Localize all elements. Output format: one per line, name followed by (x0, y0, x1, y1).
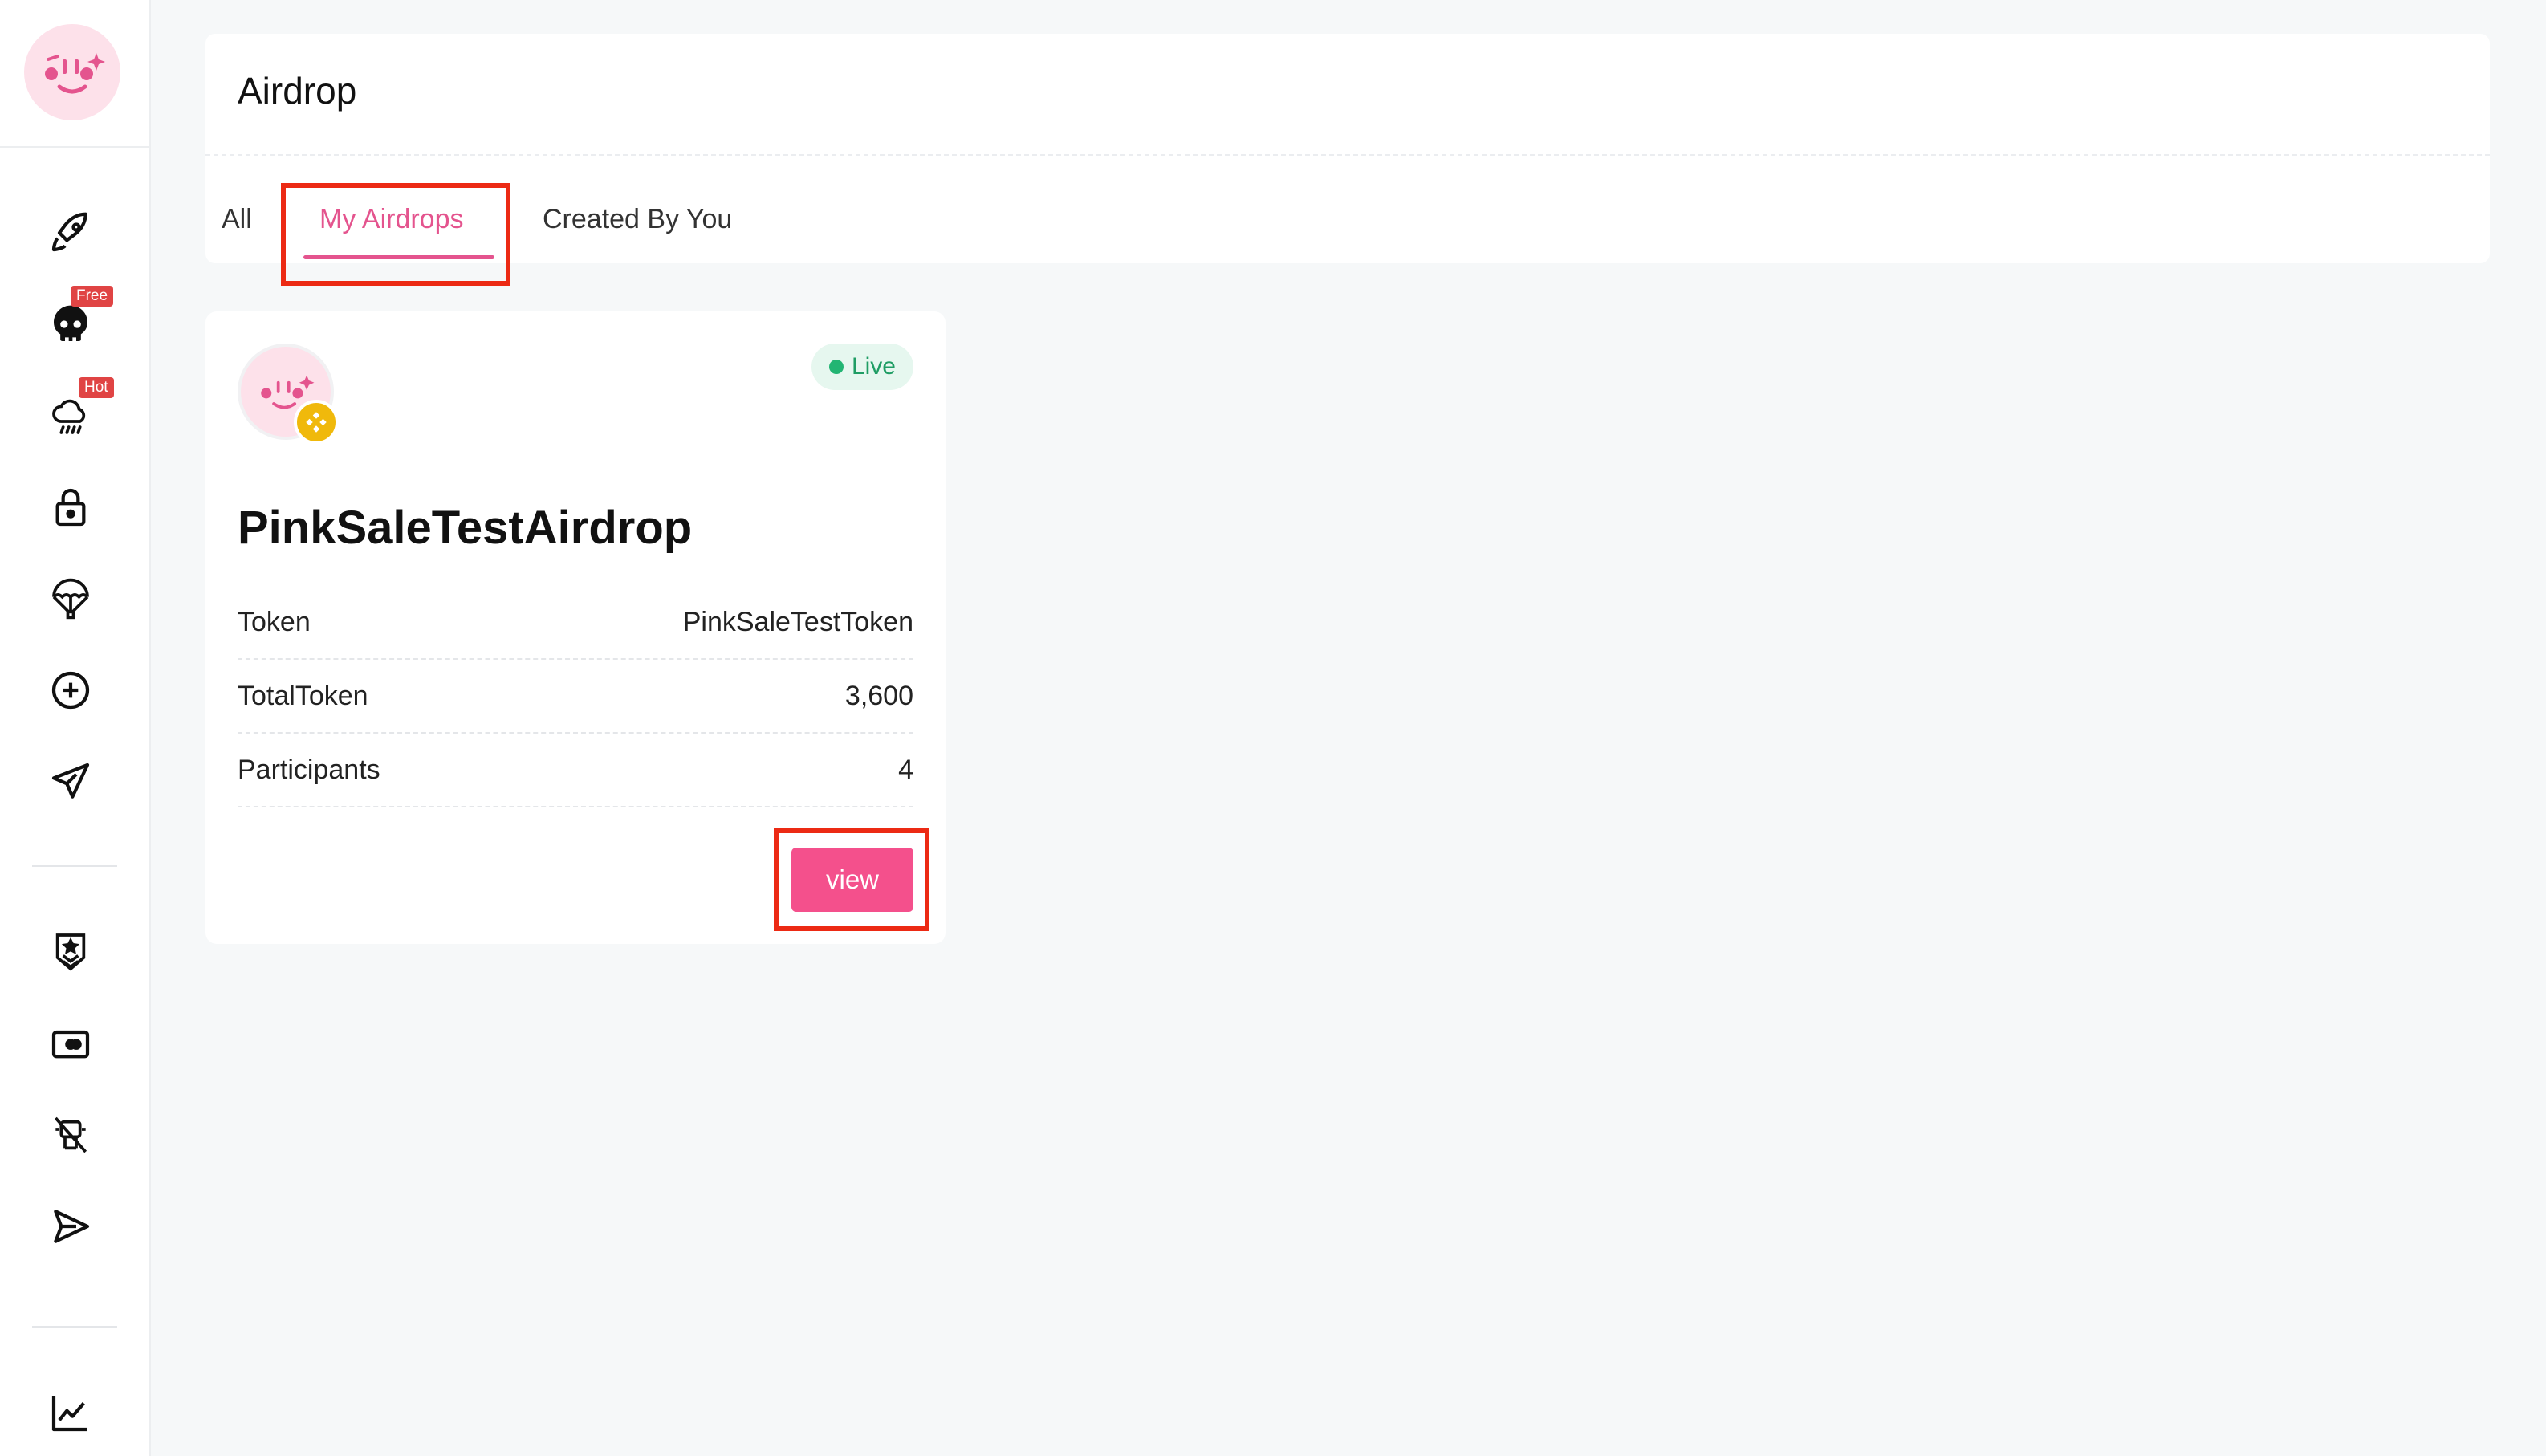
pinksale-logo[interactable] (24, 24, 120, 120)
lock-icon[interactable] (43, 480, 98, 535)
logo-area (0, 0, 149, 148)
row-value: PinkSaleTestToken (682, 606, 913, 637)
row-value: 4 (898, 754, 913, 785)
page-title: Airdrop (238, 70, 357, 112)
airdrop-name: PinkSaleTestAirdrop (238, 502, 693, 554)
free-tag: Free (71, 286, 114, 307)
chart-line-icon[interactable] (43, 1385, 98, 1440)
info-row-participants: Participants 4 (238, 734, 913, 807)
live-dot-icon (828, 360, 844, 374)
row-label: TotalToken (238, 680, 368, 711)
tab-created-by-you[interactable]: Created By You (543, 204, 732, 235)
row-label: Token (238, 606, 311, 637)
sidebar-divider (32, 1326, 117, 1328)
info-row-total-token: TotalToken 3,600 (238, 660, 913, 734)
parachute-icon[interactable] (43, 571, 98, 626)
robot-off-icon[interactable] (43, 1108, 98, 1162)
hot-tag: Hot (79, 377, 114, 398)
status-label: Live (851, 353, 896, 380)
plus-circle-icon[interactable] (43, 663, 98, 718)
paper-plane-icon[interactable] (43, 754, 98, 809)
airdrop-header: Airdrop All My Airdrops Created By You (205, 34, 2490, 263)
sidebar-divider (32, 865, 117, 867)
shield-star-icon[interactable] (43, 925, 98, 979)
rocket-icon[interactable] (43, 205, 98, 260)
header-divider (205, 154, 2490, 156)
bnb-chain-icon (294, 400, 339, 445)
info-row-token: Token PinkSaleTestToken (238, 586, 913, 660)
row-label: Participants (238, 754, 380, 785)
status-badge: Live (811, 344, 913, 390)
row-value: 3,600 (844, 680, 913, 711)
sidebar: Free Hot (0, 0, 151, 1456)
send-icon[interactable] (43, 1199, 98, 1254)
tab-all[interactable]: All (222, 204, 252, 235)
highlight-box (281, 183, 510, 286)
highlight-box (774, 828, 929, 931)
ticket-icon[interactable] (43, 1016, 98, 1071)
